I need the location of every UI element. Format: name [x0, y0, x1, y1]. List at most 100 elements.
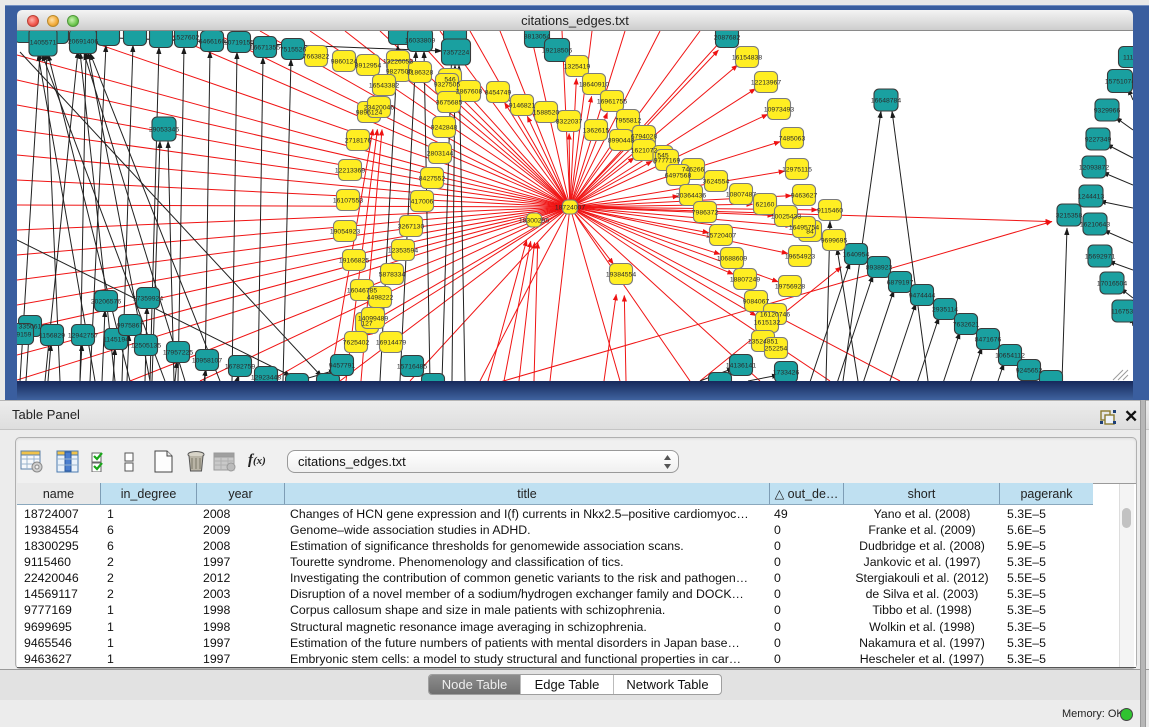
svg-text:9245652: 9245652	[1016, 368, 1043, 375]
svg-text:9327505: 9327505	[434, 82, 461, 89]
svg-text:9699695: 9699695	[821, 238, 848, 245]
svg-text:2718176: 2718176	[345, 138, 372, 145]
svg-text:16961755: 16961755	[597, 99, 627, 106]
svg-text:1145194: 1145194	[103, 337, 129, 344]
svg-text:14136141: 14136141	[726, 363, 756, 370]
svg-text:8186328: 8186328	[407, 70, 434, 77]
svg-text:9084067: 9084067	[743, 299, 770, 306]
svg-text:20691406: 20691406	[68, 39, 98, 46]
svg-text:9474444: 9474444	[909, 293, 936, 300]
svg-text:18807249: 18807249	[730, 277, 760, 284]
svg-text:335061: 335061	[19, 324, 42, 331]
svg-text:16210643: 16210643	[1080, 222, 1110, 229]
svg-text:7955812: 7955812	[615, 118, 642, 125]
svg-text:17359924: 17359924	[133, 296, 163, 303]
svg-text:252254: 252254	[765, 346, 788, 353]
svg-text:10654112: 10654112	[995, 353, 1025, 360]
svg-text:12942757: 12942757	[68, 333, 98, 340]
svg-text:7485063: 7485063	[779, 136, 806, 143]
svg-text:15720407: 15720407	[706, 233, 736, 240]
svg-text:14099489: 14099489	[358, 316, 388, 323]
svg-text:10973493: 10973493	[764, 107, 794, 114]
svg-text:12505135: 12505135	[131, 343, 161, 350]
svg-text:18724007: 18724007	[555, 205, 585, 212]
svg-text:12213369: 12213369	[335, 168, 365, 175]
svg-text:17957225: 17957225	[163, 350, 193, 357]
svg-text:3267130: 3267130	[398, 224, 425, 231]
svg-text:1588520: 1588520	[533, 110, 560, 117]
svg-text:10958107: 10958107	[192, 358, 222, 365]
svg-text:2867608: 2867608	[456, 89, 483, 96]
svg-text:16543382: 16543382	[369, 83, 399, 90]
svg-text:16495754: 16495754	[789, 225, 819, 232]
svg-text:6794028: 6794028	[631, 134, 658, 141]
svg-text:18640910: 18640910	[579, 82, 609, 89]
svg-text:39159: 39159	[17, 332, 32, 339]
svg-text:19218506: 19218506	[542, 48, 572, 55]
svg-text:8322037: 8322037	[556, 119, 583, 126]
svg-text:7663822: 7663822	[303, 54, 330, 61]
svg-text:1156829: 1156829	[39, 333, 65, 340]
svg-text:16914479: 16914479	[376, 340, 406, 347]
svg-text:6497568: 6497568	[665, 173, 692, 180]
svg-text:16120746: 16120746	[760, 312, 790, 319]
svg-text:19654923: 19654923	[785, 254, 815, 261]
svg-text:12923448: 12923448	[251, 375, 281, 382]
svg-text:9242848: 9242848	[431, 125, 458, 132]
svg-text:16782759: 16782759	[225, 364, 255, 371]
svg-text:18300295: 18300295	[519, 218, 549, 225]
svg-text:8454749: 8454749	[485, 90, 512, 97]
svg-text:16671355: 16671355	[250, 45, 280, 52]
svg-text:9777169: 9777169	[654, 158, 681, 165]
svg-text:19756928: 19756928	[775, 284, 805, 291]
svg-text:5878334: 5878334	[379, 272, 406, 279]
svg-text:10807487: 10807487	[726, 192, 756, 199]
svg-text:1325419: 1325419	[564, 64, 591, 71]
svg-text:6879197: 6879197	[887, 280, 914, 287]
svg-text:10025433: 10025433	[771, 214, 801, 221]
svg-text:7625402: 7625402	[343, 340, 370, 347]
svg-text:7357224: 7357224	[443, 50, 470, 57]
svg-text:3215358: 3215358	[1056, 213, 1083, 220]
svg-text:1362615: 1362615	[583, 128, 610, 135]
svg-text:9860124: 9860124	[331, 59, 358, 66]
svg-text:3675685: 3675685	[436, 100, 463, 107]
svg-text:12975115: 12975115	[782, 167, 812, 174]
svg-text:12093872: 12093872	[1079, 165, 1109, 172]
svg-text:62160: 62160	[756, 202, 775, 209]
svg-text:15716485: 15716485	[397, 364, 427, 371]
svg-text:16648784: 16648784	[871, 98, 901, 105]
svg-text:8471676: 8471676	[975, 337, 1002, 344]
svg-text:20206576: 20206576	[91, 299, 121, 306]
svg-text:9146821: 9146821	[509, 103, 536, 110]
svg-text:16154838: 16154838	[732, 55, 762, 62]
svg-text:16107553: 16107553	[333, 198, 363, 205]
svg-text:1405571: 1405571	[30, 40, 57, 47]
svg-text:29053346: 29053346	[149, 127, 179, 134]
svg-text:9227349: 9227349	[1085, 137, 1112, 144]
svg-text:9975867: 9975867	[117, 323, 144, 330]
svg-text:9457791: 9457791	[329, 363, 356, 370]
svg-text:9115460: 9115460	[817, 208, 843, 215]
svg-text:15692971: 15692971	[1085, 254, 1115, 261]
svg-text:8427552: 8427552	[419, 176, 446, 183]
svg-text:19054923: 19054923	[330, 229, 360, 236]
svg-text:1527602: 1527602	[173, 35, 200, 42]
svg-text:2935114: 2935114	[932, 307, 958, 314]
svg-text:19384554: 19384554	[606, 272, 636, 279]
svg-text:8912954: 8912954	[355, 63, 382, 70]
svg-text:7632621: 7632621	[953, 322, 980, 329]
svg-text:3624554: 3624554	[703, 179, 730, 186]
svg-text:1733426: 1733426	[773, 370, 800, 377]
svg-text:13226058: 13226058	[383, 59, 413, 66]
svg-text:19166825: 19166825	[339, 258, 369, 265]
svg-text:12213967: 12213967	[751, 80, 781, 87]
svg-text:16033809: 16033809	[405, 38, 435, 45]
svg-text:12353594: 12353594	[388, 248, 418, 255]
svg-text:7515526: 7515526	[280, 47, 307, 54]
svg-text:10688609: 10688609	[717, 256, 747, 263]
svg-text:9329966: 9329966	[1094, 108, 1121, 115]
svg-text:1615132: 1615132	[754, 320, 781, 327]
svg-text:417006: 417006	[411, 199, 434, 206]
svg-text:23420046: 23420046	[364, 105, 394, 112]
